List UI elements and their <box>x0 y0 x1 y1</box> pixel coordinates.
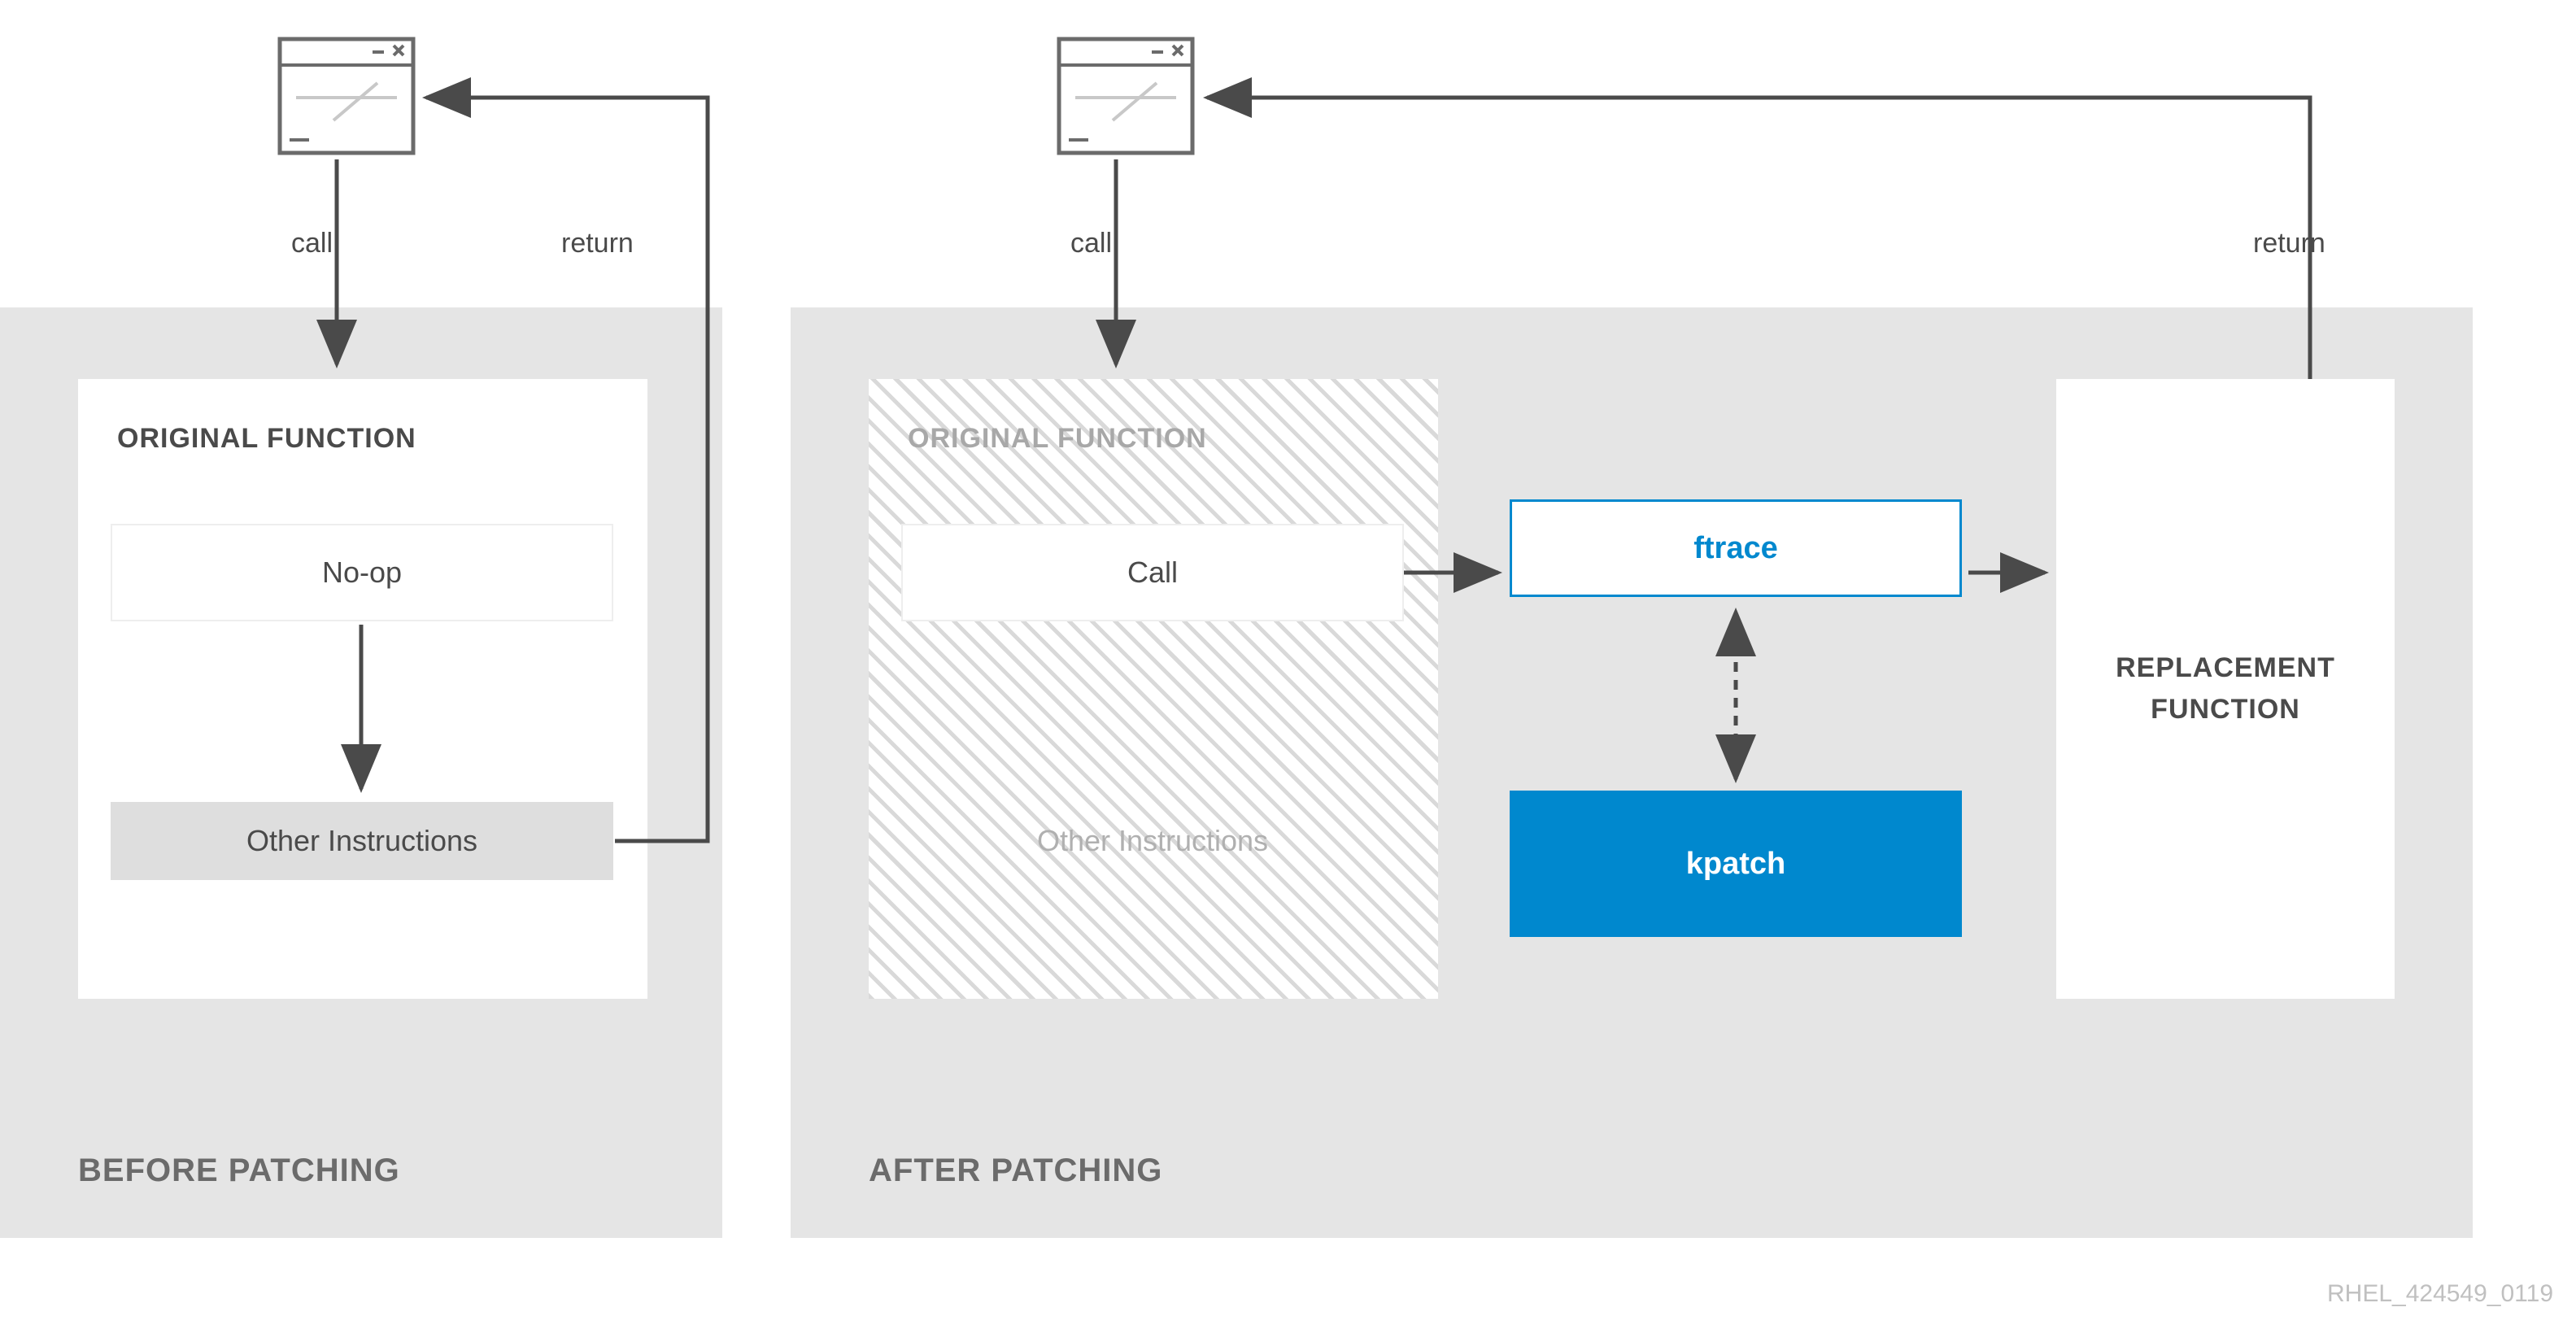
footer-id: RHEL_424549_0119 <box>2327 1280 2553 1308</box>
original-function-title: ORIGINAL FUNCTION <box>117 423 608 455</box>
other-instructions-faded: Other Instructions <box>901 802 1404 880</box>
kpatch-diagram: ORIGINAL FUNCTION No-op Other Instructio… <box>0 0 2576 1329</box>
after-state-label: AFTER PATCHING <box>869 1153 1162 1189</box>
replacement-function-box: REPLACEMENT FUNCTION <box>2056 379 2395 999</box>
ftrace-box: ftrace <box>1510 499 1962 597</box>
after-panel: ORIGINAL FUNCTION Call Other Instruction… <box>791 307 2473 1238</box>
original-function-before: ORIGINAL FUNCTION No-op Other Instructio… <box>78 379 647 999</box>
noop-box: No-op <box>111 524 613 621</box>
call-label-before: call <box>291 228 333 259</box>
call-box: Call <box>901 524 1404 621</box>
before-panel: ORIGINAL FUNCTION No-op Other Instructio… <box>0 307 722 1238</box>
return-label-after: return <box>2253 228 2325 259</box>
kpatch-box: kpatch <box>1510 791 1962 937</box>
call-label-after: call <box>1070 228 1112 259</box>
other-instructions-box: Other Instructions <box>111 802 613 880</box>
before-state-label: BEFORE PATCHING <box>78 1153 400 1189</box>
application-window-icon <box>1056 36 1196 156</box>
original-function-after: ORIGINAL FUNCTION Call Other Instruction… <box>869 379 1438 999</box>
return-label-before: return <box>561 228 634 259</box>
application-window-icon <box>277 36 416 156</box>
original-function-title-after: ORIGINAL FUNCTION <box>908 423 1399 455</box>
